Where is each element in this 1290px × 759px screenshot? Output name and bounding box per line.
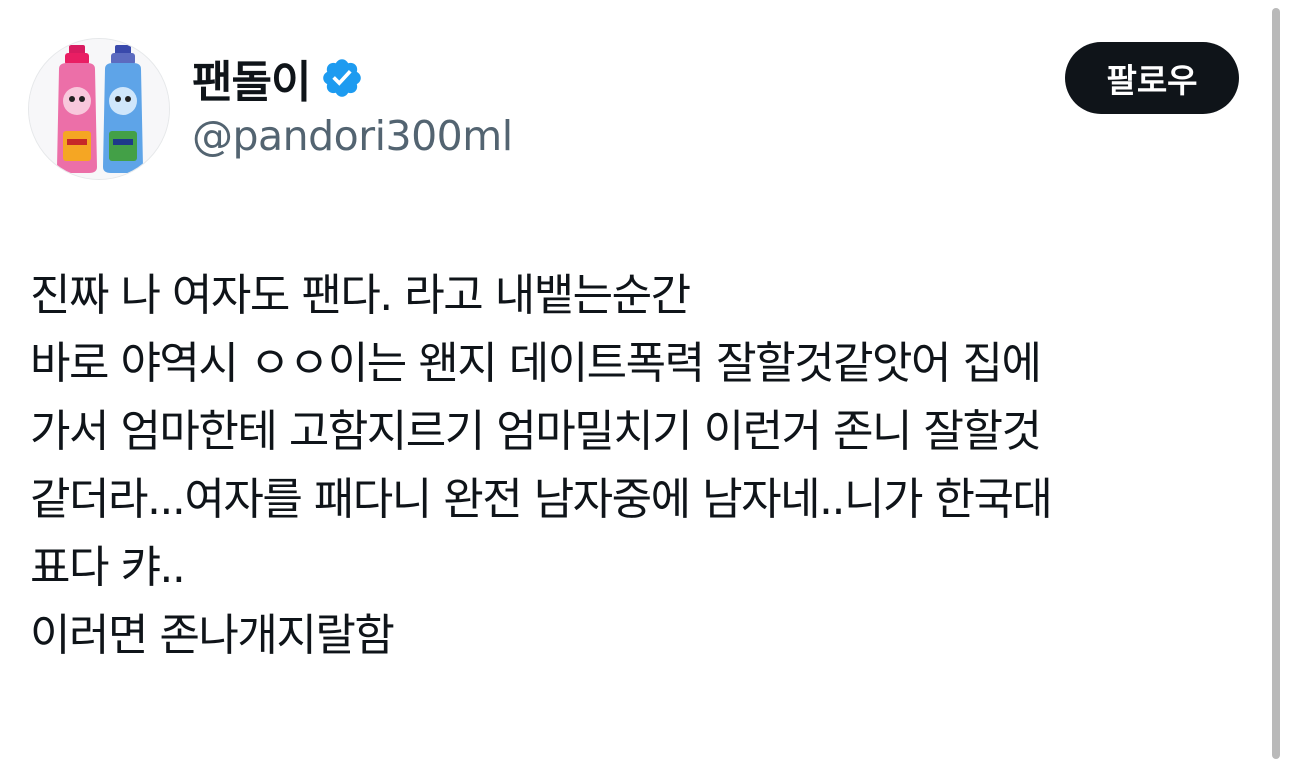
user-handle[interactable]: @pandori300ml [192,112,513,160]
tweet-line: 표다 캬.. [30,542,186,593]
tweet-line: 같더라...여자를 패다니 완전 남자중에 남자네..니가 한국대 [30,474,1053,525]
tweet-line: 진짜 나 여자도 팬다. 라고 내뱉는순간 [30,270,691,321]
avatar[interactable] [28,38,170,180]
display-name[interactable]: 팬돌이 [192,46,311,110]
verified-badge-icon [320,56,364,100]
avatar-bottles-image [29,39,169,179]
tweet-line: 가서 엄마한테 고함지르기 엄마밀치기 이런거 존니 잘할것 [30,406,1042,457]
tweet-line: 바로 야역시 ㅇㅇ이는 왠지 데이트폭력 잘할것같앗어 집에 [30,338,1042,389]
tweet-card: 팬돌이 @pandori300ml 팔로우 진짜 나 여자도 팬다. 라고 내뱉… [0,0,1290,759]
follow-button[interactable]: 팔로우 [1065,42,1239,114]
tweet-line: 이러면 존나개지랄함 [30,610,395,661]
tweet-text: 진짜 나 여자도 팬다. 라고 내뱉는순간 바로 야역시 ㅇㅇ이는 왠지 데이트… [30,262,1250,670]
name-row: 팬돌이 [192,48,364,108]
scrollbar[interactable] [1272,8,1280,759]
